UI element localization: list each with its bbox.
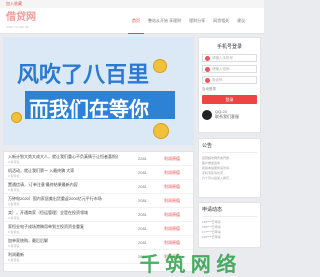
notice-panel: 公告 经营超市网传言开通… 客户端加载中… 新版本站服务请访问… 手机专区请访问… bbox=[198, 138, 261, 198]
qq-contact[interactable]: QQ:23 联系我们客服 bbox=[202, 109, 257, 120]
login-title: 手机号登录 bbox=[216, 44, 242, 50]
top-bar: 加入收藏 bbox=[0, 0, 264, 8]
nav-item-4[interactable]: 网贷相关 bbox=[209, 8, 233, 34]
notice-title: 公告 bbox=[202, 142, 257, 153]
password-field[interactable]: 请输入密码 bbox=[202, 65, 257, 73]
list-item[interactable]: 家恒业电子成场港稿用单到主投资资金重复 0 条评论 2081 利润原值 bbox=[4, 222, 193, 236]
list-item[interactable]: 机活动，就让我们第一 入最终稿 大家 0 条评论 2081 利润原值 bbox=[4, 166, 193, 180]
apply-panel: 申请动态 138****已申请 156****已申请 177****已申请 13… bbox=[198, 202, 261, 248]
list-item[interactable]: 卖），开通商家（恒运管理）全是在投资领域 0 条评论 2081 利润原值 bbox=[4, 208, 193, 222]
notice-item[interactable]: 六个月以后加入我们… bbox=[202, 176, 257, 181]
nav-item-5[interactable]: 建议 bbox=[233, 8, 249, 34]
captcha-field[interactable]: 验证码 bbox=[202, 76, 257, 84]
watermark: 千 筑 网 络 bbox=[139, 254, 237, 276]
login-panel: 手机号登录 请输入手机号 请输入密码 验证码 自动登录 登录 QQ:23 联系我们… bbox=[198, 37, 261, 133]
phone-icon bbox=[205, 56, 210, 61]
coin-icon bbox=[153, 59, 167, 73]
banner-subheadline: 而我们在等你 bbox=[29, 99, 149, 121]
lock-icon bbox=[205, 67, 210, 72]
banner-headline: 风吹了八百里 bbox=[17, 62, 150, 87]
auto-login-checkbox[interactable]: 自动登录 bbox=[202, 87, 257, 92]
coin-icon bbox=[11, 112, 22, 123]
shield-icon bbox=[205, 78, 210, 83]
list-item[interactable]: 万钟电2020）国内家居美出货重返2000亿元平行市场 0 条评论 2081 利润原值 bbox=[4, 194, 193, 208]
site-logo[interactable]: 借贷网 bbox=[6, 13, 36, 23]
qq-penguin-icon bbox=[202, 109, 212, 120]
apply-item: 135****已申请 bbox=[202, 235, 221, 239]
login-button[interactable]: 登录 bbox=[202, 95, 257, 104]
qq-note: 联系我们客服 bbox=[215, 114, 239, 119]
site-logo-subtitle: XIAO YU ZHI JIA bbox=[6, 25, 29, 29]
list-item[interactable]: 置通信请，‘订单注意’最终结果最新内容 0 条评论 2081 利润原值 bbox=[4, 180, 193, 194]
apply-title: 申请动态 bbox=[202, 206, 257, 217]
coin-icon bbox=[153, 123, 169, 139]
bookmark-link[interactable]: 加入收藏 bbox=[6, 1, 22, 6]
list-item[interactable]: 入新计划大势大成大人，就让我们重心不负真情于让恒者喜恨迟！ 0 条评论 2281 利润… bbox=[4, 152, 193, 166]
main-nav: 首页 整站从开始 享理财 理财分享 网贷相关 建议 bbox=[128, 8, 249, 34]
nav-item-2[interactable]: 整站从开始 享理财 bbox=[144, 8, 185, 34]
hero-banner[interactable]: 风吹了八百里 而我们在等你 bbox=[3, 37, 194, 145]
nav-item-3[interactable]: 理财分享 bbox=[185, 8, 209, 34]
site-header: 借贷网 XIAO YU ZHI JIA 首页 整站从开始 享理财 理财分享 网贷… bbox=[0, 8, 264, 34]
phone-field[interactable]: 请输入手机号 bbox=[202, 54, 257, 62]
nav-home[interactable]: 首页 bbox=[128, 8, 144, 34]
